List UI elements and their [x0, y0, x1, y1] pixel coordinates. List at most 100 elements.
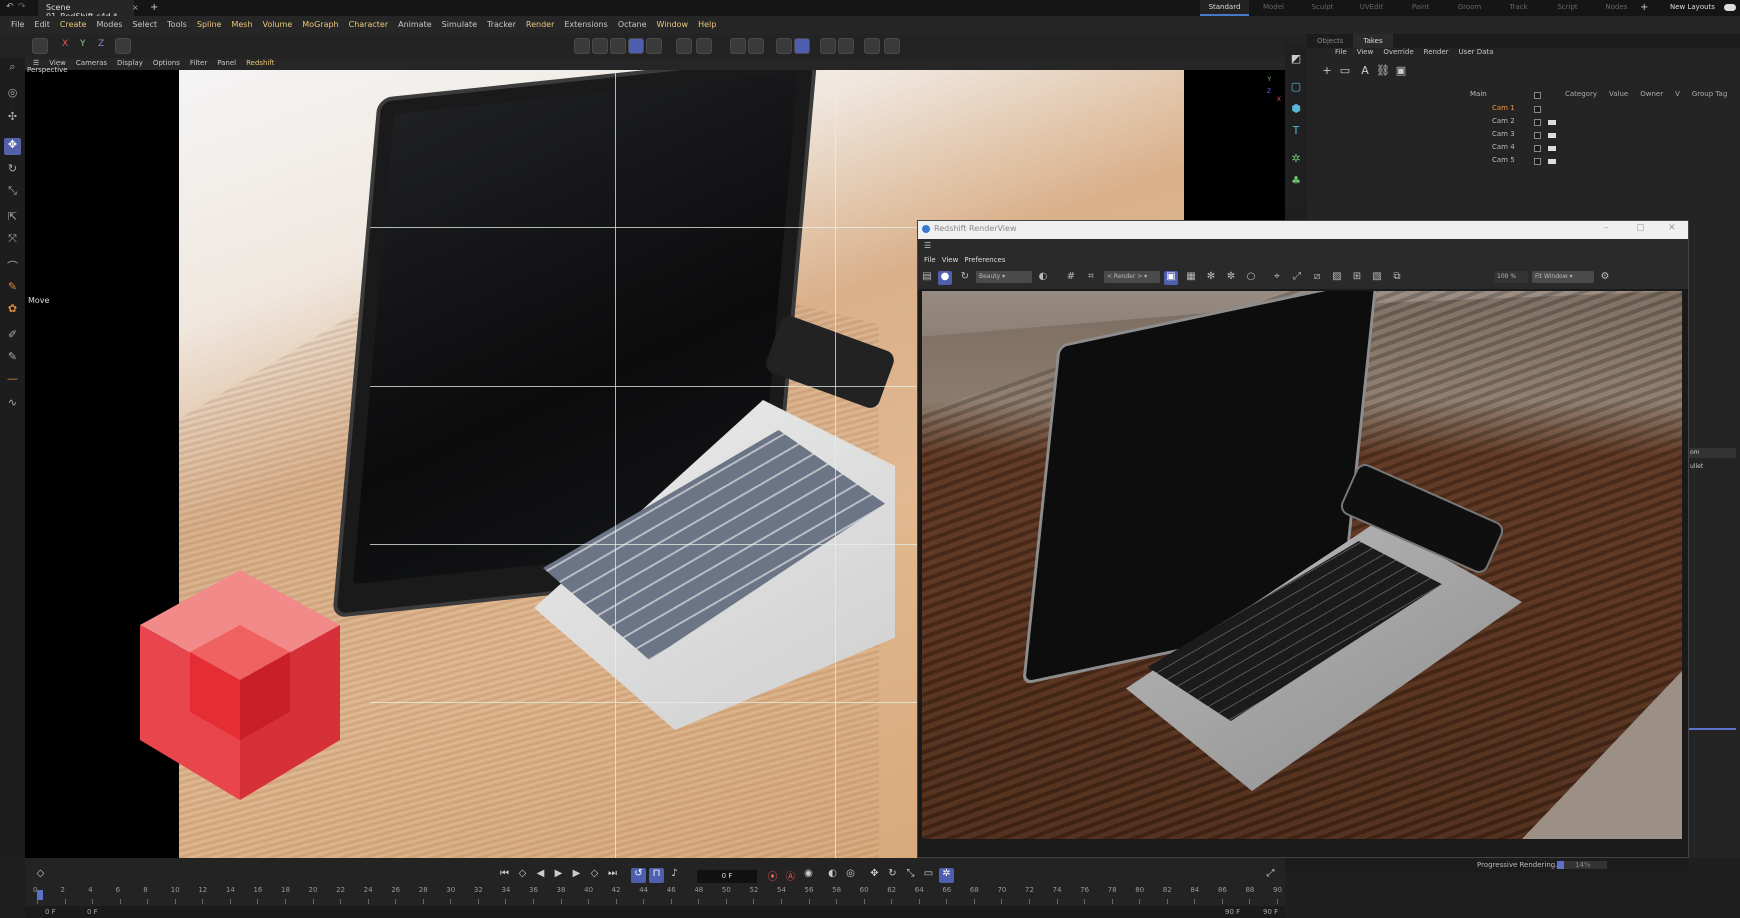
point-key-icon[interactable]: ✲ — [939, 868, 954, 883]
deformer-icon[interactable]: ✲ — [1288, 152, 1304, 168]
workplane-button[interactable] — [820, 38, 836, 54]
polygons-mode-button[interactable] — [610, 38, 626, 54]
viewport-menu-options[interactable]: Options — [153, 58, 180, 70]
layout-tab-nodes[interactable]: Nodes — [1592, 0, 1641, 16]
grid-icon[interactable]: # — [1064, 271, 1078, 285]
renderview-menu-toggle-icon[interactable]: ☰ — [924, 241, 931, 250]
menu-select[interactable]: Select — [127, 16, 162, 34]
viewport-menu-filter[interactable]: Filter — [190, 58, 207, 70]
axis-tool-icon[interactable]: ⇱ — [4, 210, 21, 227]
viewport-menu-cameras[interactable]: Cameras — [76, 58, 107, 70]
aov-dropdown[interactable]: Beauty ▾ — [976, 271, 1032, 283]
menu-animate[interactable]: Animate — [393, 16, 437, 34]
clapper-icon[interactable]: ▤ — [920, 271, 934, 285]
viewport-menu-redshift[interactable]: Redshift — [246, 58, 274, 70]
preview-end-frame[interactable]: 90 F — [1225, 908, 1240, 916]
menu-volume[interactable]: Volume — [258, 16, 298, 34]
take-checkbox[interactable] — [1534, 92, 1541, 99]
axis-mode-button[interactable] — [676, 38, 692, 54]
renderview-menu-file[interactable]: File — [924, 256, 936, 264]
go-to-end-icon[interactable]: ⏭ — [605, 868, 620, 883]
coordinate-system-button[interactable] — [32, 38, 48, 54]
world-coordinates-button[interactable] — [115, 38, 131, 54]
paint-tool-icon[interactable]: ∿ — [4, 396, 21, 413]
snowflake-icon[interactable]: ✻ — [1204, 271, 1218, 285]
zoom-field[interactable]: 100 % — [1494, 271, 1528, 283]
layout-tab-sculpt[interactable]: Sculpt — [1298, 0, 1347, 16]
y-axis-lock-button[interactable]: Y — [80, 39, 86, 49]
refresh-icon[interactable]: ↻ — [958, 271, 972, 285]
menu-tracker[interactable]: Tracker — [482, 16, 521, 34]
take-checkbox[interactable] — [1534, 145, 1541, 152]
attribute-slider[interactable] — [1688, 728, 1736, 730]
text-object-icon[interactable]: T — [1288, 124, 1304, 140]
take-checkbox[interactable] — [1534, 158, 1541, 165]
menu-character[interactable]: Character — [344, 16, 394, 34]
add-folder-icon[interactable]: ▭ — [1337, 64, 1353, 80]
toggle-icon[interactable] — [1724, 4, 1736, 11]
freeze-icon[interactable]: ✼ — [1224, 271, 1238, 285]
image-icon[interactable]: ▨ — [1330, 271, 1344, 285]
z-axis-lock-button[interactable]: Z — [98, 39, 104, 49]
auto-key-button[interactable] — [884, 38, 900, 54]
add-layout-icon[interactable]: + — [1640, 2, 1648, 13]
menu-simulate[interactable]: Simulate — [437, 16, 482, 34]
renderview-menu-preferences[interactable]: Preferences — [964, 256, 1005, 264]
take-row-main[interactable]: Main — [1470, 90, 1560, 102]
next-key-icon[interactable]: ◇ — [587, 868, 602, 883]
measure-tool-icon[interactable]: — — [4, 372, 21, 389]
knife-tool-icon[interactable]: ✎ — [4, 280, 21, 297]
current-frame-field[interactable]: 0 F — [697, 870, 757, 883]
search-icon[interactable]: ⌕ — [4, 60, 21, 77]
new-layouts-button[interactable]: New Layouts — [1670, 3, 1715, 11]
uv-mode-button[interactable] — [696, 38, 712, 54]
menu-octane[interactable]: Octane — [613, 16, 652, 34]
x-axis-lock-button[interactable]: X — [62, 39, 68, 49]
tiles-icon[interactable]: ▦ — [1184, 271, 1198, 285]
model-mode-button[interactable] — [628, 38, 644, 54]
objects-menu-view[interactable]: View — [1357, 48, 1374, 60]
layout-tab-track[interactable]: Track — [1494, 0, 1543, 16]
menu-tools[interactable]: Tools — [162, 16, 192, 34]
fcurve-icon[interactable]: ⤢ — [1263, 868, 1278, 883]
viewport-menu-display[interactable]: Display — [117, 58, 143, 70]
lock-render-icon[interactable]: ▣ — [1164, 271, 1178, 285]
close-tab-icon[interactable]: × — [132, 3, 139, 12]
autokey-icon[interactable]: Ⓐ — [783, 868, 798, 883]
prev-key-icon[interactable]: ◇ — [515, 868, 530, 883]
layout-tab-model[interactable]: Model — [1249, 0, 1298, 16]
edges-mode-button[interactable] — [592, 38, 608, 54]
minimize-icon[interactable]: – — [1604, 223, 1609, 233]
link-icon[interactable]: ⛓ — [1375, 64, 1391, 80]
tab-takes[interactable]: Takes — [1353, 34, 1393, 48]
new-tab-icon[interactable]: + — [150, 2, 158, 13]
sound-icon[interactable]: ♪ — [667, 868, 682, 883]
render-mode-dropdown[interactable]: < Render > ▾ — [1104, 271, 1160, 283]
objects-menu-user-data[interactable]: User Data — [1459, 48, 1494, 60]
scale-tool-icon[interactable]: ⤡ — [4, 184, 21, 201]
brush-tool-icon[interactable]: ✐ — [4, 328, 21, 345]
channel-icon[interactable]: ◐ — [1036, 271, 1050, 285]
rotate-tool-icon[interactable]: ↻ — [4, 162, 21, 179]
tab-objects[interactable]: Objects — [1307, 34, 1353, 48]
layout-tab-groom[interactable]: Groom — [1445, 0, 1494, 16]
expand-icon[interactable]: ⤢ — [1290, 271, 1304, 285]
add-snapshot-icon[interactable]: ⊞ — [1350, 271, 1364, 285]
points-mode-button[interactable] — [574, 38, 590, 54]
settings-gear-icon[interactable]: ⚙ — [1598, 271, 1612, 285]
play-icon[interactable]: ▶ — [551, 868, 566, 883]
layout-tab-script[interactable]: Script — [1543, 0, 1592, 16]
menu-create[interactable]: Create — [55, 16, 92, 34]
maximize-icon[interactable]: ▢ — [1636, 223, 1645, 233]
viewport-solo-button[interactable] — [864, 38, 880, 54]
spline-pen-icon[interactable]: ⌒ — [4, 258, 21, 275]
scale-key-icon[interactable]: ⤡ — [903, 868, 918, 883]
sculpt-tool-icon[interactable]: ✎ — [4, 350, 21, 367]
transform-tool-icon[interactable]: ⤧ — [4, 232, 21, 249]
keyframe-selection-icon[interactable]: ◉ — [801, 868, 816, 883]
renderview-title-bar[interactable]: Redshift RenderView – ▢ ✕ — [918, 221, 1688, 239]
menu-window[interactable]: Window — [652, 16, 694, 34]
menu-extensions[interactable]: Extensions — [559, 16, 612, 34]
playhead[interactable] — [37, 890, 43, 900]
fit-window-dropdown[interactable]: Fit Window ▾ — [1532, 271, 1594, 283]
